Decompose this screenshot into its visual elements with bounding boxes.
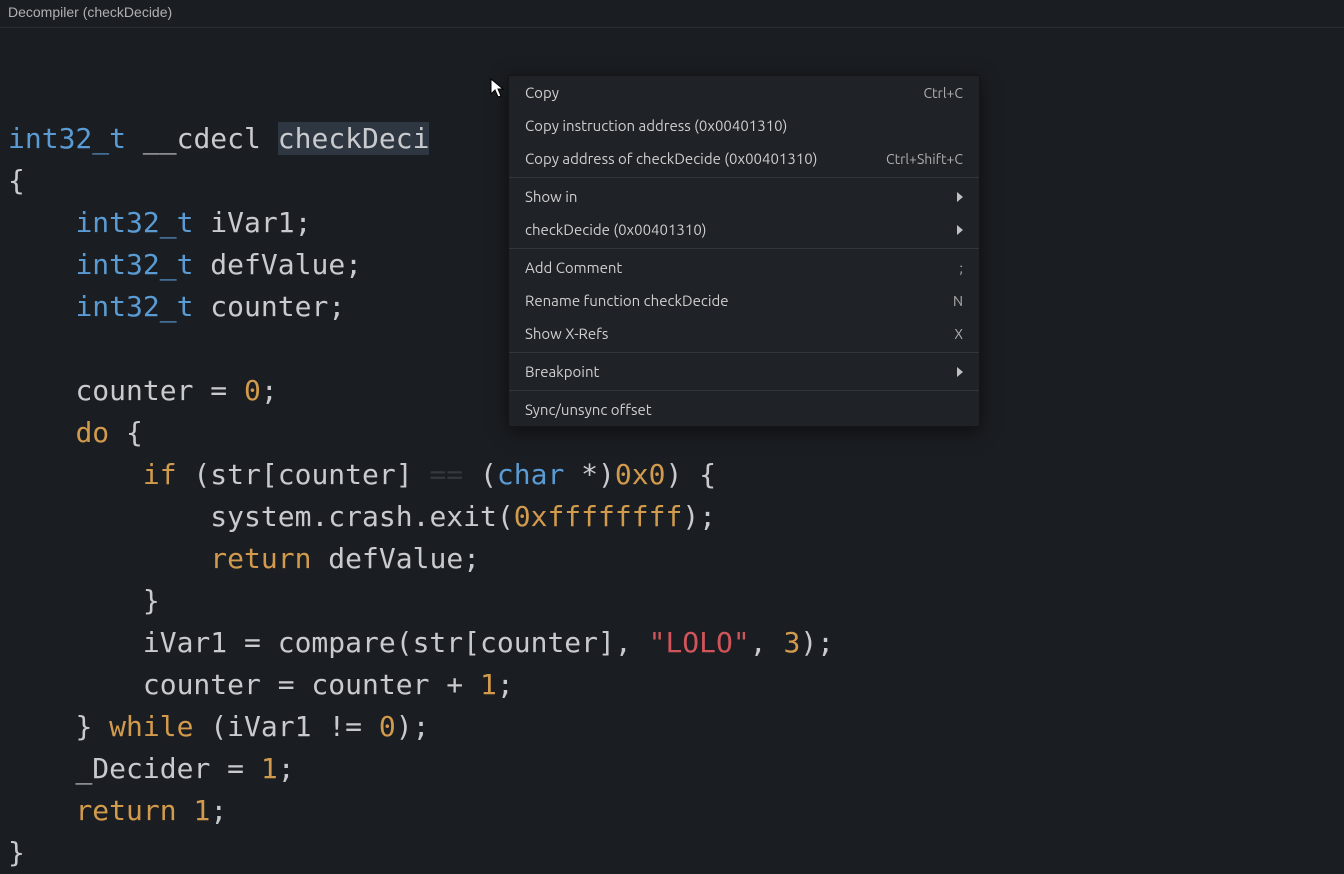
decl3-type: int32_t	[75, 290, 193, 323]
while-close: );	[396, 710, 430, 743]
menu-xrefs-label: Show X-Refs	[525, 325, 608, 342]
return2-space	[177, 794, 194, 827]
menu-rename-function[interactable]: Rename function checkDecide N	[509, 284, 979, 317]
menu-rename-shortcut: N	[953, 293, 963, 309]
crash-call: system.crash.exit(	[210, 500, 513, 533]
decl3-name: counter;	[193, 290, 345, 323]
menu-rename-label: Rename function checkDecide	[525, 292, 729, 309]
do-open: {	[109, 416, 143, 449]
menu-target-function[interactable]: checkDecide (0x00401310)	[509, 213, 979, 246]
literal-1: 1	[480, 668, 497, 701]
menu-sync-offset[interactable]: Sync/unsync offset	[509, 393, 979, 426]
menu-copy-addr-label: Copy address of checkDecide (0x00401310)	[525, 150, 817, 167]
menu-add-comment-label: Add Comment	[525, 259, 622, 276]
function-name[interactable]: checkDeci	[278, 122, 430, 155]
menu-add-comment-shortcut: ;	[960, 260, 963, 276]
menu-copy-label: Copy	[525, 84, 559, 101]
decl1-name: iVar1;	[193, 206, 311, 239]
while-keyword: while	[109, 710, 193, 743]
menu-copy-instr-label: Copy instruction address (0x00401310)	[525, 117, 787, 134]
if-cond-a: (str[counter]	[177, 458, 430, 491]
menu-add-comment[interactable]: Add Comment ;	[509, 251, 979, 284]
semi2: ;	[497, 668, 514, 701]
final-close: }	[8, 836, 25, 869]
menu-separator	[509, 352, 979, 353]
while-0: 0	[379, 710, 396, 743]
decl2-type: int32_t	[75, 248, 193, 281]
crash-close: );	[682, 500, 716, 533]
menu-separator	[509, 248, 979, 249]
menu-copy-instruction-address[interactable]: Copy instruction address (0x00401310)	[509, 109, 979, 142]
menu-breakpoint[interactable]: Breakpoint	[509, 355, 979, 388]
if-open: ) {	[665, 458, 716, 491]
semi: ;	[261, 374, 278, 407]
if-keyword: if	[143, 458, 177, 491]
comma: ,	[750, 626, 784, 659]
cast-close: *)	[564, 458, 615, 491]
decl1-type: int32_t	[75, 206, 193, 239]
cast-type: char	[497, 458, 564, 491]
cmp-close: );	[800, 626, 834, 659]
string-literal: "LOLO"	[649, 626, 750, 659]
semi4: ;	[210, 794, 227, 827]
calling-convention: __cdecl	[143, 122, 261, 155]
menu-copy[interactable]: Copy Ctrl+C	[509, 76, 979, 109]
do-keyword: do	[75, 416, 109, 449]
hex-0: 0x0	[615, 458, 666, 491]
inc-lhs: counter = counter +	[143, 668, 480, 701]
literal-0: 0	[244, 374, 261, 407]
chevron-right-icon	[957, 225, 963, 235]
return2-val: 1	[193, 794, 210, 827]
menu-xrefs-shortcut: X	[954, 326, 963, 342]
menu-copy-address-of[interactable]: Copy address of checkDecide (0x00401310)…	[509, 142, 979, 175]
menu-copy-addr-shortcut: Ctrl+Shift+C	[886, 151, 963, 167]
cast-open: (	[463, 458, 497, 491]
return-keyword: return	[210, 542, 311, 575]
cmp-line: iVar1 = compare(str[counter],	[143, 626, 649, 659]
decider-1: 1	[261, 752, 278, 785]
menu-show-xrefs[interactable]: Show X-Refs X	[509, 317, 979, 350]
return2-keyword: return	[75, 794, 176, 827]
assign1-lhs: counter =	[75, 374, 244, 407]
menu-separator	[509, 177, 979, 178]
return-val: defValue;	[311, 542, 480, 575]
menu-separator	[509, 390, 979, 391]
semi3: ;	[278, 752, 295, 785]
literal-3: 3	[783, 626, 800, 659]
do-close: }	[75, 710, 109, 743]
decl2-name: defValue;	[193, 248, 362, 281]
return-type: int32_t	[8, 122, 126, 155]
menu-show-in[interactable]: Show in	[509, 180, 979, 213]
open-brace: {	[8, 164, 25, 197]
context-menu: Copy Ctrl+C Copy instruction address (0x…	[508, 75, 980, 427]
panel-title: Decompiler (checkDecide)	[0, 0, 1344, 28]
decider-lhs: _Decider =	[75, 752, 260, 785]
chevron-right-icon	[957, 192, 963, 202]
while-cond-a: (iVar1 !=	[193, 710, 378, 743]
menu-show-in-label: Show in	[525, 188, 577, 205]
hex-ff: 0xffffffff	[514, 500, 683, 533]
menu-copy-shortcut: Ctrl+C	[923, 85, 963, 101]
menu-sync-label: Sync/unsync offset	[525, 401, 652, 418]
menu-target-label: checkDecide (0x00401310)	[525, 221, 707, 238]
eq-op: ==	[429, 458, 463, 491]
if-close: }	[143, 584, 160, 617]
chevron-right-icon	[957, 367, 963, 377]
menu-breakpoint-label: Breakpoint	[525, 363, 599, 380]
